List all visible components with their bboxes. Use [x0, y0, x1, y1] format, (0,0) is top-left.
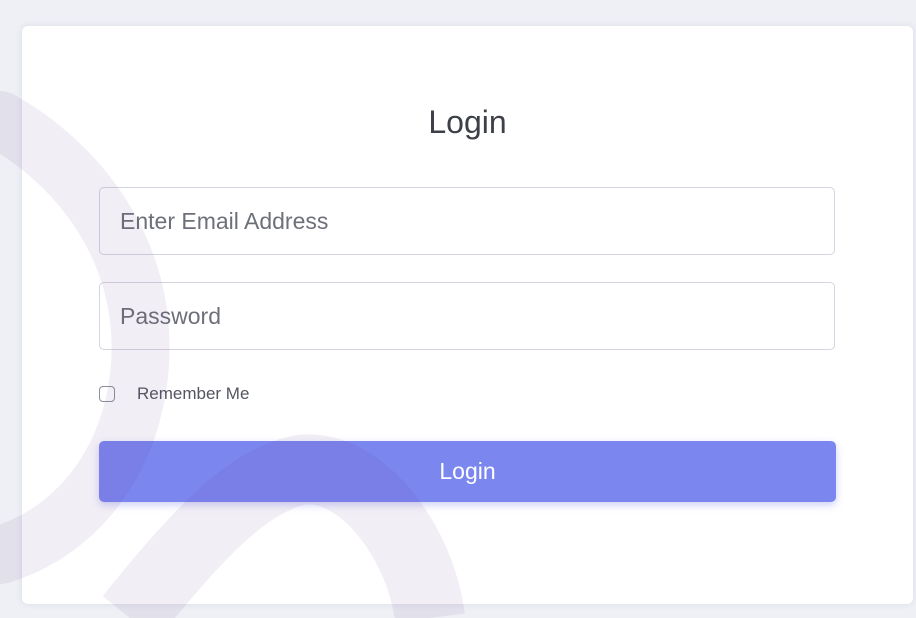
- login-page: Login Remember Me Login: [0, 0, 916, 618]
- email-input[interactable]: [99, 187, 835, 255]
- password-input[interactable]: [99, 282, 835, 350]
- remember-me-label[interactable]: Remember Me: [137, 384, 249, 404]
- login-button[interactable]: Login: [99, 441, 836, 502]
- login-title: Login: [428, 104, 507, 140]
- remember-me-checkbox[interactable]: [99, 386, 115, 402]
- login-card: Login Remember Me Login: [22, 26, 913, 604]
- remember-me-row[interactable]: Remember Me: [99, 382, 249, 406]
